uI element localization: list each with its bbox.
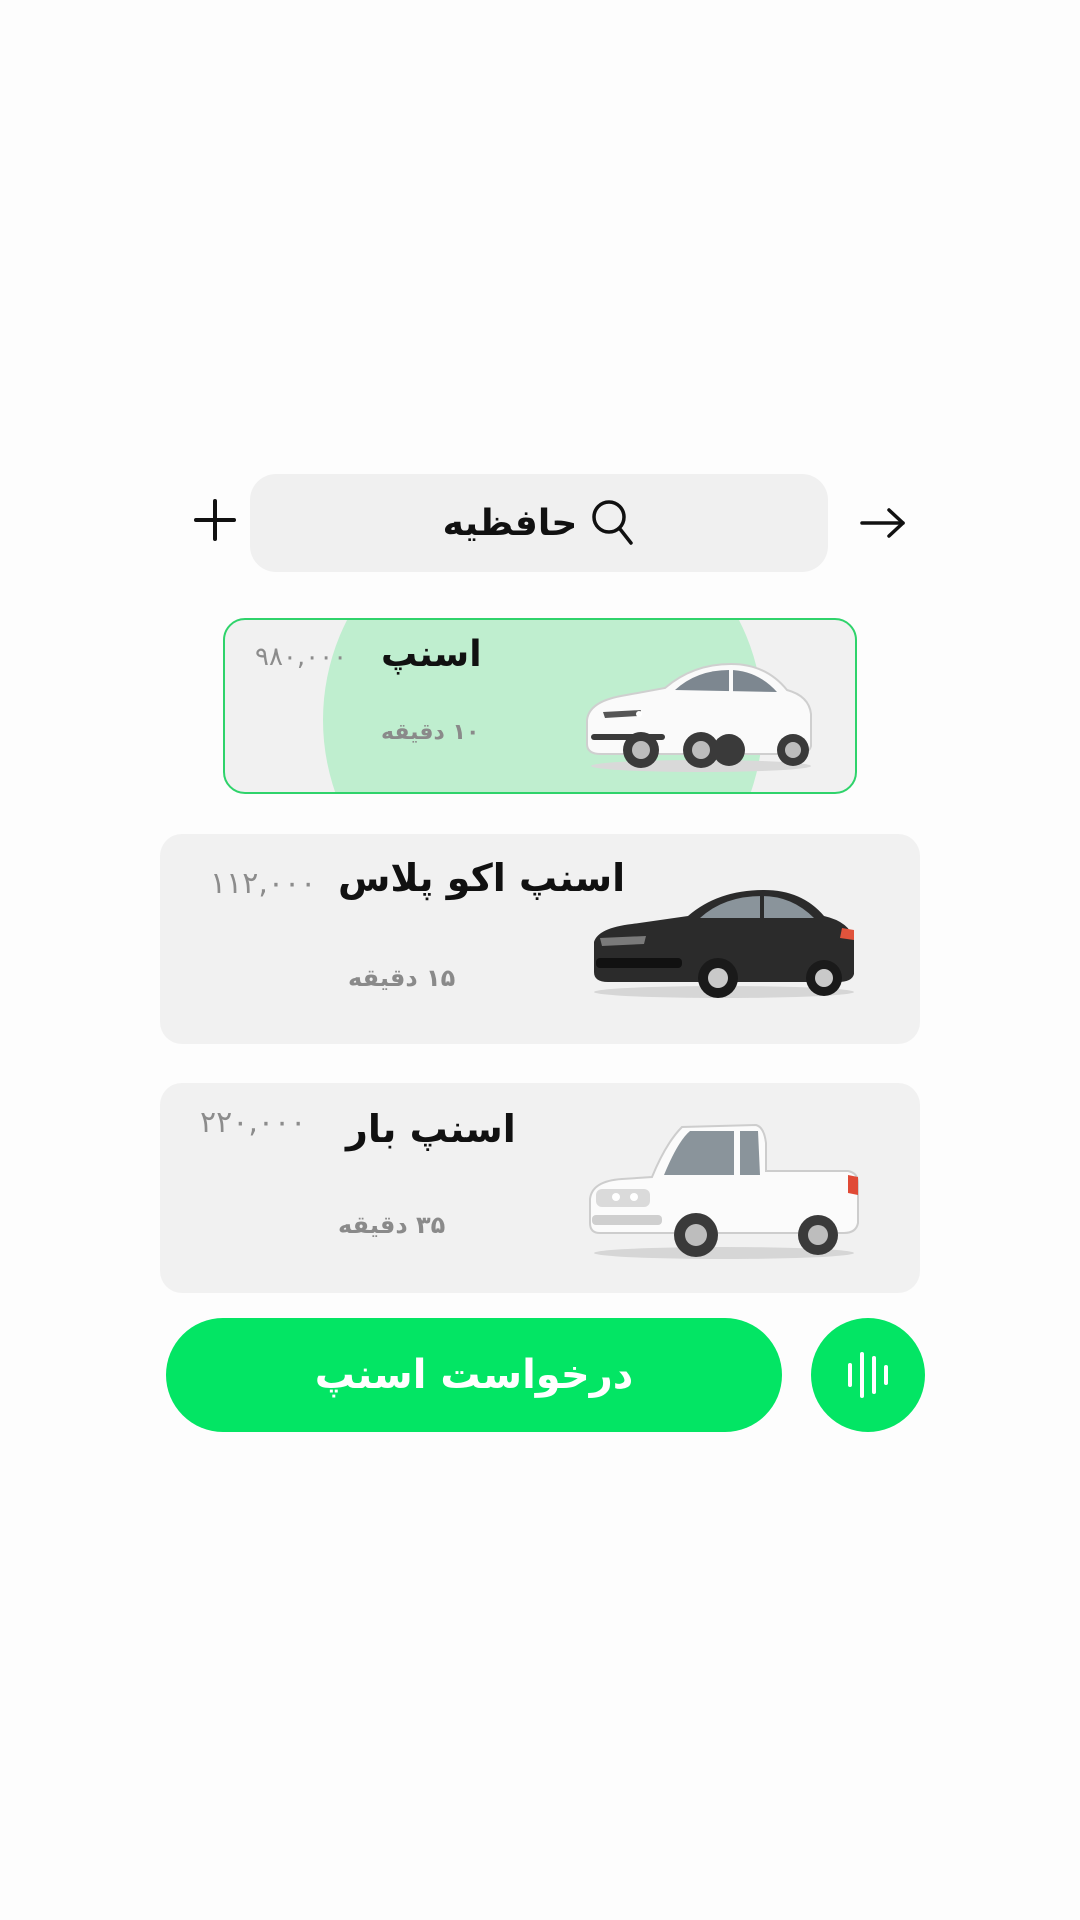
ride-name: اسنپ بار xyxy=(346,1107,516,1151)
ride-eta: ۱۰ دقیقه xyxy=(381,720,480,745)
ride-price: ۹۸۰,۰۰۰ xyxy=(255,642,348,672)
request-ride-label: درخواست اسنپ xyxy=(314,1352,634,1398)
ride-price: ۲۲۰,۰۰۰ xyxy=(200,1105,307,1140)
black-sedan-image xyxy=(594,890,854,998)
ride-selection-screen: حافظیه ۹۸۰,۰۰۰ اسنپ ۱۰ دقیقه ۱۱۲,۰۰۰ اسن… xyxy=(0,0,1080,1920)
ride-eta: ۱۵ دقیقه xyxy=(348,964,456,992)
ride-option-snapp-bar[interactable]: ۲۲۰,۰۰۰ اسنپ بار ۳۵ دقیقه xyxy=(160,1083,920,1293)
ride-option-snapp-eco-plus[interactable]: ۱۱۲,۰۰۰ اسنپ اکو پلاس ۱۵ دقیقه xyxy=(160,834,920,1044)
arrow-right-icon xyxy=(860,508,905,538)
ride-name: اسنپ xyxy=(381,634,482,675)
destination-text: حافظیه xyxy=(442,502,578,544)
white-pickup-image xyxy=(589,1123,859,1259)
request-ride-button[interactable]: درخواست اسنپ xyxy=(166,1318,782,1432)
ride-option-snapp[interactable]: ۹۸۰,۰۰۰ اسنپ ۱۰ دقیقه xyxy=(223,618,857,794)
destination-search-bar[interactable]: حافظیه xyxy=(250,474,828,572)
back-button[interactable] xyxy=(858,498,908,548)
search-icon xyxy=(592,500,634,545)
ride-name: اسنپ اکو پلاس xyxy=(338,856,626,900)
plus-icon xyxy=(194,499,236,541)
ride-price: ۱۱۲,۰۰۰ xyxy=(210,866,317,901)
voice-input-button[interactable] xyxy=(811,1318,925,1432)
voice-waveform-icon xyxy=(848,1352,888,1398)
white-sedan-image xyxy=(586,662,812,772)
ride-eta: ۳۵ دقیقه xyxy=(338,1211,446,1239)
add-stop-button[interactable] xyxy=(190,495,240,545)
